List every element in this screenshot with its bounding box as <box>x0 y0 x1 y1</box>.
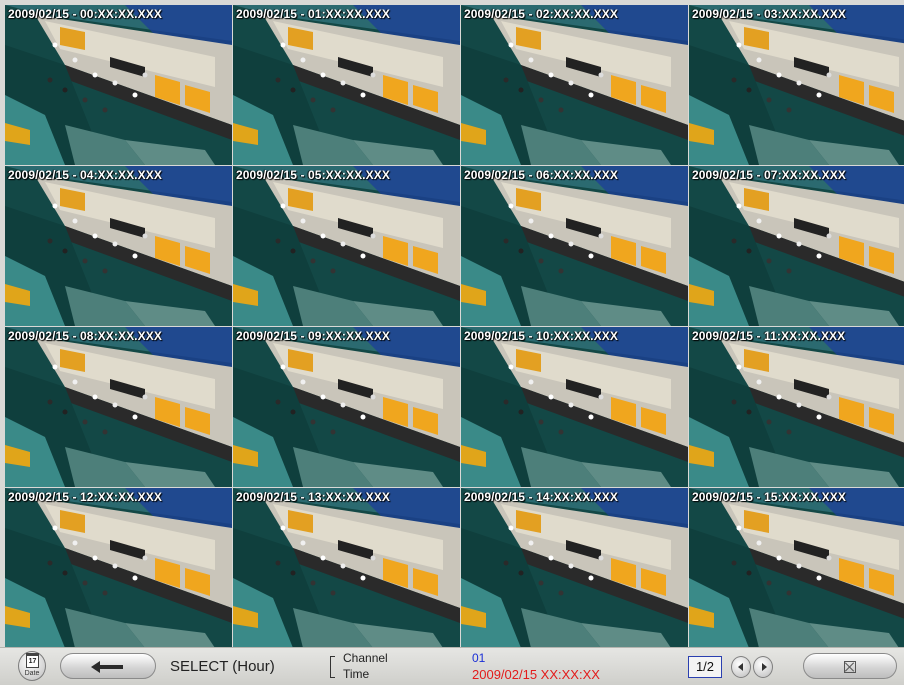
timestamp-label: 2009/02/15 - 07:XX:XX.XXX <box>692 168 846 182</box>
channel-value: 01 <box>472 651 486 665</box>
prev-page-icon <box>738 663 743 671</box>
next-page-icon <box>762 663 767 671</box>
camera-tile-03[interactable]: 2009/02/15 - 03:XX:XX.XXX <box>689 5 904 165</box>
time-value: 2009/02/15 XX:XX:XX <box>472 667 600 682</box>
camera-tile-11[interactable]: 2009/02/15 - 11:XX:XX.XXX <box>689 327 904 487</box>
close-button[interactable] <box>803 653 897 679</box>
mode-label: SELECT (Hour) <box>170 658 275 675</box>
bottom-toolbar: 17 Date SELECT (Hour) Channel Time 01 20… <box>0 647 904 685</box>
calendar-icon: 17 <box>26 653 39 668</box>
time-label: Time <box>343 667 370 681</box>
date-button[interactable]: 17 Date <box>18 651 46 681</box>
date-button-label: Date <box>24 670 40 677</box>
timestamp-label: 2009/02/15 - 10:XX:XX.XXX <box>464 329 618 343</box>
camera-tile-02[interactable]: 2009/02/15 - 02:XX:XX.XXX <box>461 5 688 165</box>
bracket-divider <box>330 656 335 678</box>
camera-feed-image <box>689 5 904 165</box>
timestamp-label: 2009/02/15 - 01:XX:XX.XXX <box>236 7 390 21</box>
timestamp-label: 2009/02/15 - 09:XX:XX.XXX <box>236 329 390 343</box>
camera-feed-image <box>5 166 232 326</box>
camera-tile-12[interactable]: 2009/02/15 - 12:XX:XX.XXX <box>5 488 232 647</box>
camera-tile-06[interactable]: 2009/02/15 - 06:XX:XX.XXX <box>461 166 688 326</box>
camera-tile-07[interactable]: 2009/02/15 - 07:XX:XX.XXX <box>689 166 904 326</box>
camera-tile-00[interactable]: 2009/02/15 - 00:XX:XX.XXX <box>5 5 232 165</box>
camera-feed-image <box>461 327 688 487</box>
camera-feed-image <box>5 327 232 487</box>
page-indicator: 1/2 <box>688 656 722 678</box>
timestamp-label: 2009/02/15 - 06:XX:XX.XXX <box>464 168 618 182</box>
timestamp-label: 2009/02/15 - 05:XX:XX.XXX <box>236 168 390 182</box>
camera-feed-image <box>233 327 460 487</box>
camera-tile-13[interactable]: 2009/02/15 - 13:XX:XX.XXX <box>233 488 460 647</box>
prev-page-button[interactable] <box>731 656 751 678</box>
camera-tile-08[interactable]: 2009/02/15 - 08:XX:XX.XXX <box>5 327 232 487</box>
camera-feed-image <box>5 488 232 647</box>
timestamp-label: 2009/02/15 - 12:XX:XX.XXX <box>8 490 162 504</box>
close-box-icon <box>844 661 856 673</box>
camera-feed-image <box>233 5 460 165</box>
timestamp-label: 2009/02/15 - 04:XX:XX.XXX <box>8 168 162 182</box>
timestamp-label: 2009/02/15 - 11:XX:XX.XXX <box>692 329 846 343</box>
camera-feed-image <box>689 488 904 647</box>
next-page-button[interactable] <box>753 656 773 678</box>
timestamp-label: 2009/02/15 - 00:XX:XX.XXX <box>8 7 162 21</box>
timestamp-label: 2009/02/15 - 15:XX:XX.XXX <box>692 490 846 504</box>
timestamp-label: 2009/02/15 - 13:XX:XX.XXX <box>236 490 390 504</box>
timestamp-label: 2009/02/15 - 14:XX:XX.XXX <box>464 490 618 504</box>
camera-tile-10[interactable]: 2009/02/15 - 10:XX:XX.XXX <box>461 327 688 487</box>
camera-feed-image <box>689 327 904 487</box>
camera-tile-05[interactable]: 2009/02/15 - 05:XX:XX.XXX <box>233 166 460 326</box>
camera-tile-15[interactable]: 2009/02/15 - 15:XX:XX.XXX <box>689 488 904 647</box>
camera-tile-14[interactable]: 2009/02/15 - 14:XX:XX.XXX <box>461 488 688 647</box>
camera-feed-image <box>461 488 688 647</box>
camera-tile-01[interactable]: 2009/02/15 - 01:XX:XX.XXX <box>233 5 460 165</box>
camera-feed-image <box>233 166 460 326</box>
camera-tile-04[interactable]: 2009/02/15 - 04:XX:XX.XXX <box>5 166 232 326</box>
timestamp-label: 2009/02/15 - 03:XX:XX.XXX <box>692 7 846 21</box>
camera-feed-image <box>233 488 460 647</box>
left-arrow-icon <box>91 661 123 673</box>
camera-feed-image <box>5 5 232 165</box>
channel-label: Channel <box>343 651 388 665</box>
camera-feed-image <box>689 166 904 326</box>
back-button[interactable] <box>60 653 156 679</box>
camera-feed-image <box>461 166 688 326</box>
camera-feed-image <box>461 5 688 165</box>
timestamp-label: 2009/02/15 - 02:XX:XX.XXX <box>464 7 618 21</box>
timestamp-label: 2009/02/15 - 08:XX:XX.XXX <box>8 329 162 343</box>
camera-grid: 2009/02/15 - 00:XX:XX.XXX 2009/02/15 - 0… <box>5 5 904 647</box>
camera-tile-09[interactable]: 2009/02/15 - 09:XX:XX.XXX <box>233 327 460 487</box>
